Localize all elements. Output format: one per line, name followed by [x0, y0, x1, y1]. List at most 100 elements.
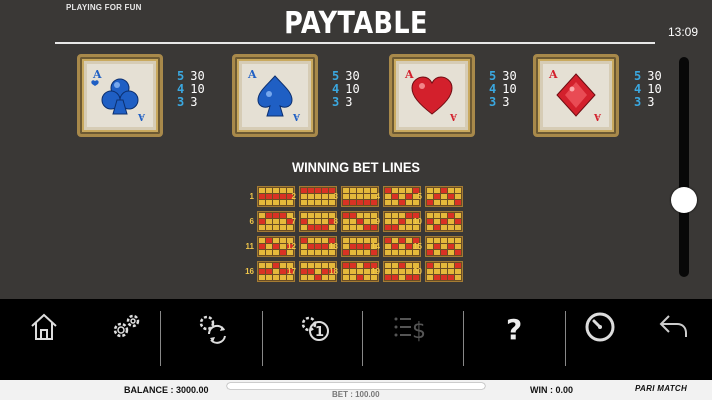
settings-button[interactable]	[104, 305, 148, 349]
bet-line-cell	[357, 238, 363, 243]
bet-line-cell	[455, 244, 461, 249]
bet-line-number: 19	[371, 267, 380, 276]
bet-line-cell	[392, 263, 398, 268]
bet-line-cell	[357, 275, 363, 280]
bet-line-cell	[343, 188, 349, 193]
bet-line-number: 12	[287, 242, 296, 251]
svg-text:A: A	[404, 68, 414, 81]
back-button[interactable]	[652, 305, 696, 349]
volume-slider-handle[interactable]	[671, 187, 697, 213]
gauge-icon	[585, 312, 615, 342]
gears-icon	[113, 314, 140, 338]
bet-line-cell	[315, 219, 321, 224]
bet-line-cell	[455, 200, 461, 205]
bet-line-20: 20	[412, 261, 463, 282]
bet-line-cell	[266, 213, 272, 218]
bet-line-cell	[343, 250, 349, 255]
bet-line-cell	[455, 219, 461, 224]
bet-line-cell	[399, 200, 405, 205]
bet-line-pattern	[425, 236, 463, 257]
volume-slider-track[interactable]	[679, 57, 689, 277]
bet-line-cell	[301, 238, 307, 243]
bet-line-cell	[399, 225, 405, 230]
bet-line-cell	[448, 225, 454, 230]
bet-line-cell	[273, 219, 279, 224]
separator	[362, 311, 363, 366]
svg-text:A: A	[92, 68, 102, 81]
bet-line-cell	[343, 225, 349, 230]
bet-line-cell	[308, 219, 314, 224]
home-button[interactable]	[22, 305, 66, 349]
bet-line-cell	[301, 194, 307, 199]
bet-line-cell	[357, 269, 363, 274]
bet-line-cell	[259, 219, 265, 224]
pay-row: 33	[489, 95, 510, 109]
bet-line-cell	[308, 213, 314, 218]
heart-icon: A A	[404, 68, 458, 121]
bet-line-cell	[343, 219, 349, 224]
back-arrow-icon	[659, 315, 687, 337]
bet-line-cell	[392, 250, 398, 255]
bet-line-cell	[385, 219, 391, 224]
bet-settings-button[interactable]: $	[386, 305, 430, 349]
bet-line-cell	[266, 269, 272, 274]
page-title: PAYTABLE	[284, 6, 428, 41]
help-button[interactable]: ?	[492, 305, 536, 349]
bet-line-cell	[427, 219, 433, 224]
autoplay-settings-button[interactable]	[190, 305, 234, 349]
bet-line-cell	[427, 213, 433, 218]
question-icon: ?	[506, 313, 522, 344]
bet-line-cell	[399, 275, 405, 280]
bet-line-cell	[273, 263, 279, 268]
bet-line-cell	[448, 250, 454, 255]
bet-line-cell	[308, 225, 314, 230]
history-button[interactable]	[578, 305, 622, 349]
bet-line-cell	[343, 263, 349, 268]
bet-line-cell	[350, 219, 356, 224]
bet-line-cell	[343, 269, 349, 274]
pay-row: 33	[177, 95, 198, 109]
bet-line-cell	[259, 213, 265, 218]
gear-refresh-icon	[199, 315, 226, 344]
bet-line-cell	[427, 250, 433, 255]
bet-line-number: 8	[333, 217, 338, 226]
bet-line-cell	[266, 244, 272, 249]
gear-one-icon: 1	[301, 316, 329, 341]
bet-line-cell	[308, 269, 314, 274]
bet-line-cell	[301, 219, 307, 224]
bet-line-cell	[350, 225, 356, 230]
bet-line-cell	[385, 213, 391, 218]
brand-logo: PARI MATCH	[635, 384, 688, 393]
bet-line-cell	[343, 238, 349, 243]
quick-settings-button[interactable]: 1	[292, 305, 336, 349]
bet-line-number: 3	[333, 192, 338, 201]
bet-line-cell	[273, 200, 279, 205]
bet-line-cell	[350, 244, 356, 249]
bet-line-cell	[315, 275, 321, 280]
bet-line-cell	[385, 225, 391, 230]
bet-line-cell	[343, 194, 349, 199]
bet-line-cell	[434, 219, 440, 224]
bet-line-cell	[441, 194, 447, 199]
bet-line-cell	[448, 238, 454, 243]
bet-line-cell	[301, 200, 307, 205]
bet-line-cell	[399, 213, 405, 218]
paytable-diamond: 5 30 4 10 33	[634, 70, 662, 109]
club-icon: A A	[91, 68, 146, 121]
bet-line-cell	[448, 244, 454, 249]
bet-line-cell	[427, 200, 433, 205]
bet-line-cell	[455, 263, 461, 268]
title-divider	[55, 42, 655, 44]
bet-line-cell	[308, 188, 314, 193]
bet-line-number: 1	[249, 192, 254, 201]
bet-line-cell	[315, 194, 321, 199]
bet-line-cell	[385, 238, 391, 243]
bet-line-cell	[427, 188, 433, 193]
paytable-club: 5 30 4 10 33	[177, 70, 205, 109]
bet-line-cell	[455, 238, 461, 243]
svg-text:?: ?	[506, 313, 522, 344]
svg-text:A: A	[247, 68, 257, 81]
paytable-spade: 5 30 4 10 33	[332, 70, 360, 109]
bet-line-cell	[385, 244, 391, 249]
home-indicator[interactable]	[227, 383, 485, 389]
